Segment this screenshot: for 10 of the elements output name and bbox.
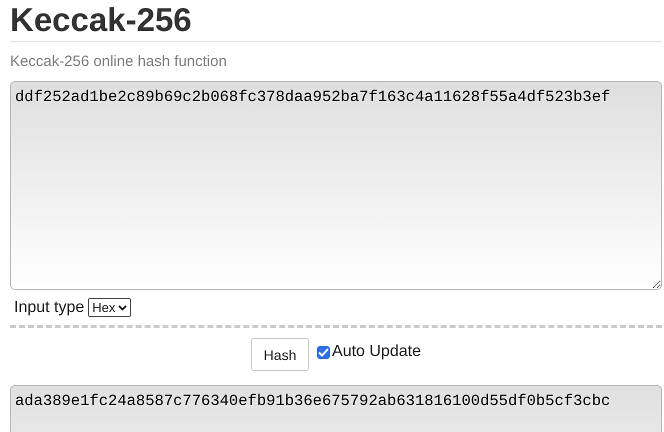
auto-update-checkbox[interactable] (317, 346, 330, 358)
input-type-dropdown[interactable]: Hex (88, 298, 132, 317)
output-field[interactable]: ada389e1fc24a8587c776340efb91b36e675792ab631816100d55df0b5cf3cbc (10, 385, 662, 432)
hash-button[interactable]: Hash (251, 338, 310, 371)
auto-update-label: Auto Update (332, 343, 421, 361)
input-field[interactable]: ddf252ad1be2c89b69c2b068fc378daa952ba7f163c4a11628f55a4df523b3ef (10, 81, 662, 290)
page-subtitle: Keccak-256 online hash function (10, 53, 228, 71)
chevron-icon (118, 304, 128, 310)
page-title: Keccak-256 (10, 0, 193, 40)
input-type-label: Input type (14, 298, 84, 316)
